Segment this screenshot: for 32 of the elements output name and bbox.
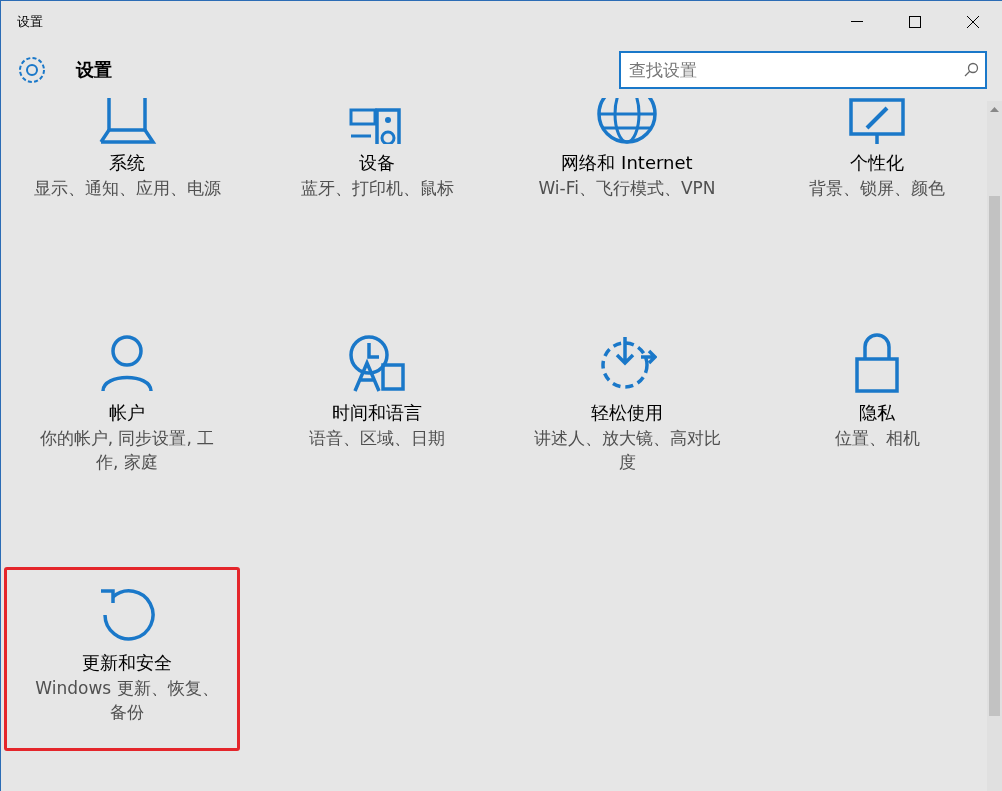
tile-description: 讲述人、放大镜、高对比度 bbox=[532, 427, 722, 474]
scroll-up-arrow-icon[interactable] bbox=[990, 107, 999, 112]
scrollbar[interactable] bbox=[987, 101, 1002, 791]
tile-description: Windows 更新、恢复、备份 bbox=[34, 677, 220, 724]
tile-title[interactable]: 轻松使用 bbox=[591, 400, 663, 426]
clock-icon bbox=[347, 333, 407, 393]
tile-title[interactable]: 个性化 bbox=[850, 150, 904, 176]
tile-title[interactable]: 隐私 bbox=[859, 400, 895, 426]
monitor-brush-icon bbox=[847, 98, 907, 144]
tile-description: 语音、区域、日期 bbox=[308, 427, 446, 450]
tile-title[interactable]: 系统 bbox=[109, 150, 145, 176]
laptop-icon bbox=[97, 98, 157, 144]
tile-description: 位置、相机 bbox=[833, 427, 921, 450]
tile-description: 你的帐户, 同步设置, 工作, 家庭 bbox=[38, 427, 216, 474]
tile-title[interactable]: 网络和 Internet bbox=[561, 150, 693, 176]
tile-description: Wi-Fi、飞行模式、VPN bbox=[537, 177, 717, 200]
tile-title[interactable]: 帐户 bbox=[109, 400, 145, 426]
maximize-icon bbox=[909, 15, 921, 28]
search-field[interactable]: 查找设置 bbox=[619, 51, 987, 89]
tile-title[interactable]: 设备 bbox=[359, 150, 395, 176]
window-title: 设置 bbox=[17, 12, 44, 31]
tile-title[interactable]: 更新和安全 bbox=[82, 650, 172, 676]
tile-title[interactable]: 时间和语言 bbox=[332, 400, 422, 426]
page-title: 设置 bbox=[76, 58, 113, 82]
search-icon bbox=[963, 62, 979, 78]
close-icon bbox=[967, 15, 979, 28]
tile-description: 背景、锁屏、颜色 bbox=[808, 177, 946, 200]
tile-description: 显示、通知、应用、电源 bbox=[32, 177, 222, 200]
settings-icon bbox=[16, 54, 48, 86]
globe-icon bbox=[597, 98, 657, 144]
tile-description: 蓝牙、打印机、鼠标 bbox=[299, 177, 455, 200]
minimize-icon bbox=[851, 21, 863, 22]
